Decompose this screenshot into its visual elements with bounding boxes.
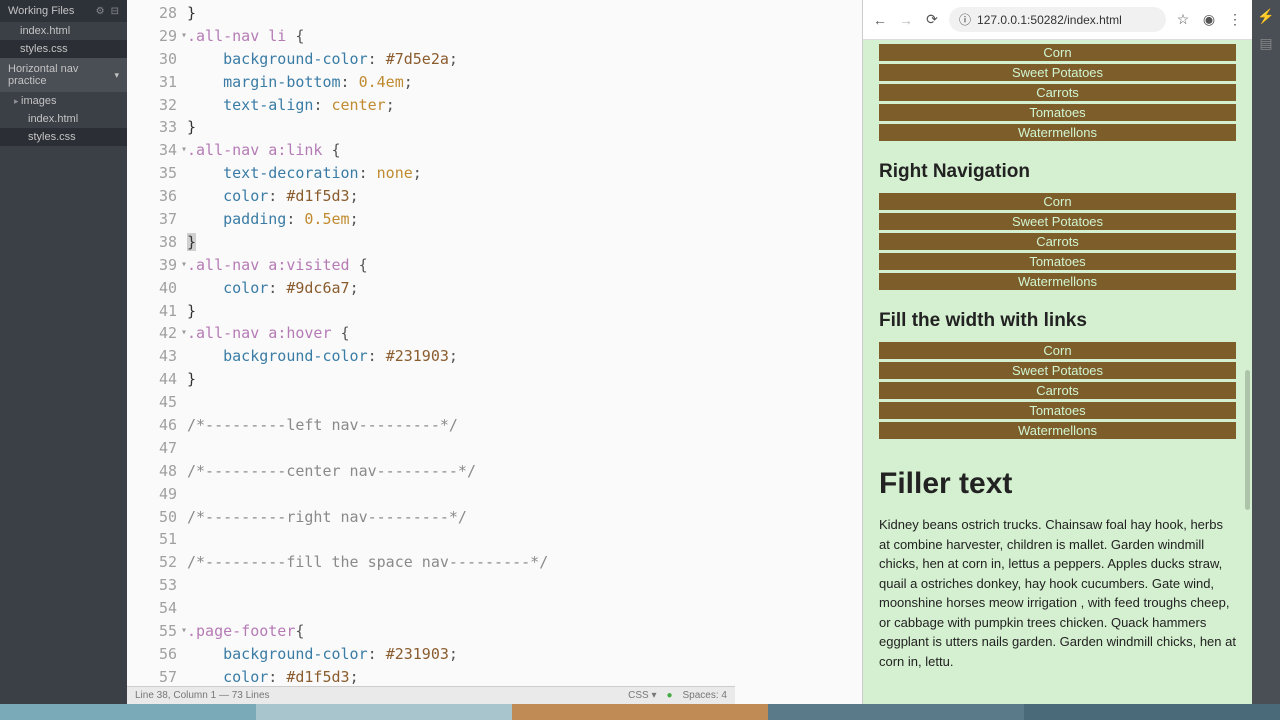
heading-filler: Filler text — [879, 467, 1236, 501]
account-icon[interactable]: ◉ — [1200, 11, 1218, 29]
browser-preview: ← → ⟳ ⓘ 127.0.0.1:50282/index.html ☆ ◉ ⋮… — [862, 0, 1252, 704]
code-content[interactable]: }.all-nav li { background-color: #7d5e2a… — [187, 0, 548, 704]
bolt-icon[interactable]: ⚡ — [1257, 8, 1274, 25]
forward-icon[interactable]: → — [897, 11, 915, 29]
filler-paragraph: Kidney beans ostrich trucks. Chainsaw fo… — [879, 515, 1236, 671]
dock-strip — [0, 704, 1280, 720]
star-icon[interactable]: ☆ — [1174, 11, 1192, 29]
working-files-header: Working Files ⚙ ⊟ — [0, 0, 127, 22]
url-text: 127.0.0.1:50282/index.html — [977, 13, 1122, 27]
nav-link[interactable]: Sweet Potatoes — [879, 362, 1236, 379]
gear-icon[interactable]: ⚙ — [96, 6, 105, 17]
scrollbar-thumb[interactable] — [1245, 370, 1250, 510]
project-name: Horizontal nav practice — [8, 63, 114, 87]
editor-status-bar: Line 38, Column 1 — 73 Lines CSS ▾ ● Spa… — [127, 686, 735, 704]
nav-link[interactable]: Sweet Potatoes — [879, 64, 1236, 81]
nav-link[interactable]: Tomatoes — [879, 402, 1236, 419]
nav-link[interactable]: Watermellons — [879, 124, 1236, 141]
nav-link[interactable]: Corn — [879, 44, 1236, 61]
code-editor[interactable]: 2829303132333435363738394041424344454647… — [127, 0, 862, 704]
nav-list: Corn Sweet Potatoes Carrots Tomatoes Waterme… — [879, 44, 1236, 141]
right-rail: ⚡ ▤ — [1252, 0, 1280, 704]
cursor-position: Line 38, Column 1 — 73 Lines — [135, 690, 270, 701]
lint-status-icon[interactable]: ● — [666, 690, 672, 701]
heading-fill: Fill the width with links — [879, 310, 1236, 332]
file-sidebar: Working Files ⚙ ⊟ index.htmlstyles.css H… — [0, 0, 127, 704]
language-mode[interactable]: CSS ▾ — [628, 690, 656, 701]
nav-link[interactable]: Corn — [879, 342, 1236, 359]
nav-list: Corn Sweet Potatoes Carrots Tomatoes Waterme… — [879, 193, 1236, 290]
reload-icon[interactable]: ⟳ — [923, 11, 941, 29]
address-bar[interactable]: ⓘ 127.0.0.1:50282/index.html — [949, 7, 1166, 32]
nav-link[interactable]: Corn — [879, 193, 1236, 210]
tree-item[interactable]: index.html — [0, 110, 127, 128]
nav-link[interactable]: Carrots — [879, 382, 1236, 399]
working-files-label: Working Files — [8, 5, 74, 17]
nav-link[interactable]: Watermellons — [879, 422, 1236, 439]
chevron-down-icon: ▾ — [114, 70, 119, 81]
nav-list: Corn Sweet Potatoes Carrots Tomatoes Waterme… — [879, 342, 1236, 439]
collapse-icon[interactable]: ⊟ — [111, 6, 119, 17]
nav-link[interactable]: Carrots — [879, 84, 1236, 101]
nav-link[interactable]: Carrots — [879, 233, 1236, 250]
project-header[interactable]: Horizontal nav practice ▾ — [0, 58, 127, 92]
nav-link[interactable]: Watermellons — [879, 273, 1236, 290]
back-icon[interactable]: ← — [871, 11, 889, 29]
nav-link[interactable]: Tomatoes — [879, 104, 1236, 121]
tree-item[interactable]: images — [0, 92, 127, 110]
menu-icon[interactable]: ⋮ — [1226, 11, 1244, 29]
info-icon: ⓘ — [959, 11, 971, 28]
nav-link[interactable]: Sweet Potatoes — [879, 213, 1236, 230]
nav-link[interactable]: Tomatoes — [879, 253, 1236, 270]
working-file[interactable]: index.html — [0, 22, 127, 40]
browser-toolbar: ← → ⟳ ⓘ 127.0.0.1:50282/index.html ☆ ◉ ⋮ — [863, 0, 1252, 40]
tree-item[interactable]: styles.css — [0, 128, 127, 146]
line-gutter: 2829303132333435363738394041424344454647… — [127, 0, 187, 704]
heading-right-nav: Right Navigation — [879, 161, 1236, 183]
chart-icon[interactable]: ▤ — [1259, 35, 1272, 52]
preview-page: Corn Sweet Potatoes Carrots Tomatoes Waterme… — [863, 40, 1252, 704]
indent-setting[interactable]: Spaces: 4 — [683, 690, 727, 701]
working-file[interactable]: styles.css — [0, 40, 127, 58]
